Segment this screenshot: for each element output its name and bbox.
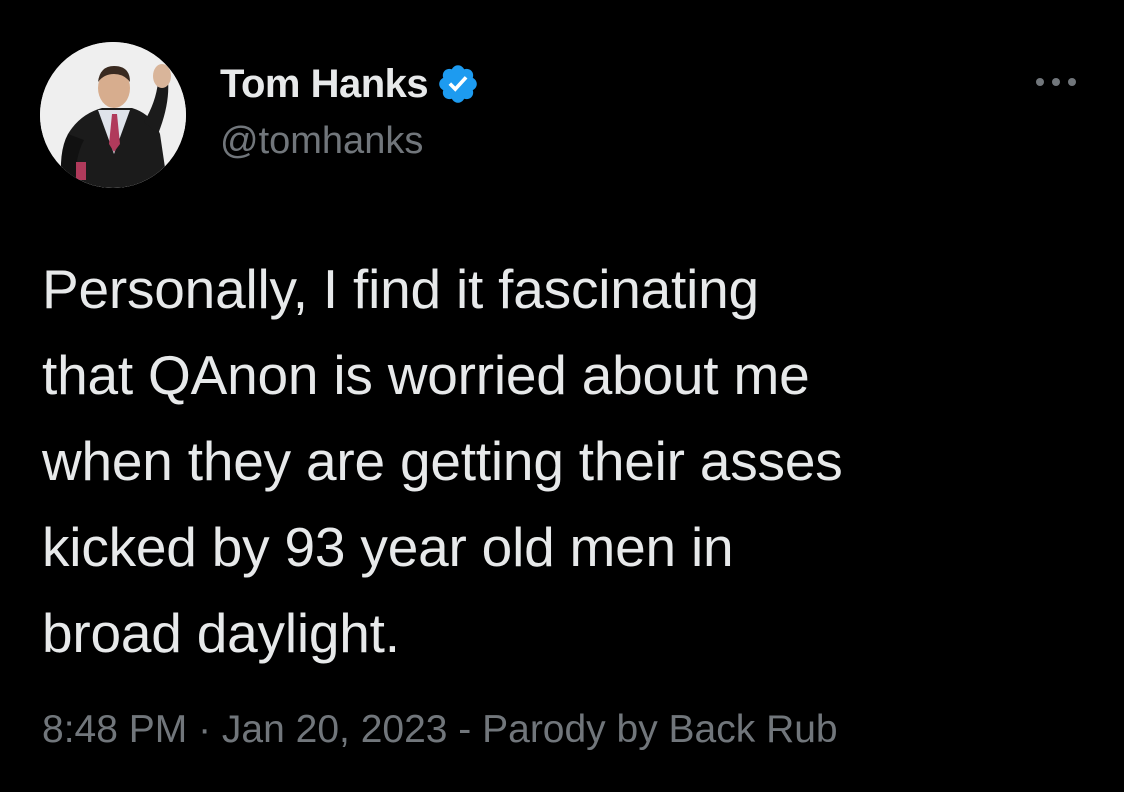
more-options-icon[interactable] — [1030, 70, 1082, 94]
tweet-date[interactable]: Jan 20, 2023 — [222, 708, 448, 751]
avatar[interactable] — [40, 42, 186, 188]
tweet-text: Personally, I find it fascinating that Q… — [42, 258, 843, 664]
meta-separator: · — [187, 708, 222, 751]
name-row: Tom Hanks — [220, 58, 480, 110]
author-block: Tom Hanks @tomhanks — [220, 58, 480, 163]
handle[interactable]: @tomhanks — [220, 120, 480, 163]
verified-badge-icon[interactable] — [436, 62, 480, 106]
profile-photo-icon — [40, 42, 186, 188]
tweet: Tom Hanks @tomhanks Personally, I find i… — [0, 0, 1124, 792]
tweet-meta: 8:48 PM · Jan 20, 2023 - Parody by Back … — [42, 708, 838, 752]
tweet-source: - Parody by Back Rub — [447, 708, 838, 751]
display-name[interactable]: Tom Hanks — [220, 62, 429, 107]
tweet-time[interactable]: 8:48 PM — [42, 708, 187, 751]
